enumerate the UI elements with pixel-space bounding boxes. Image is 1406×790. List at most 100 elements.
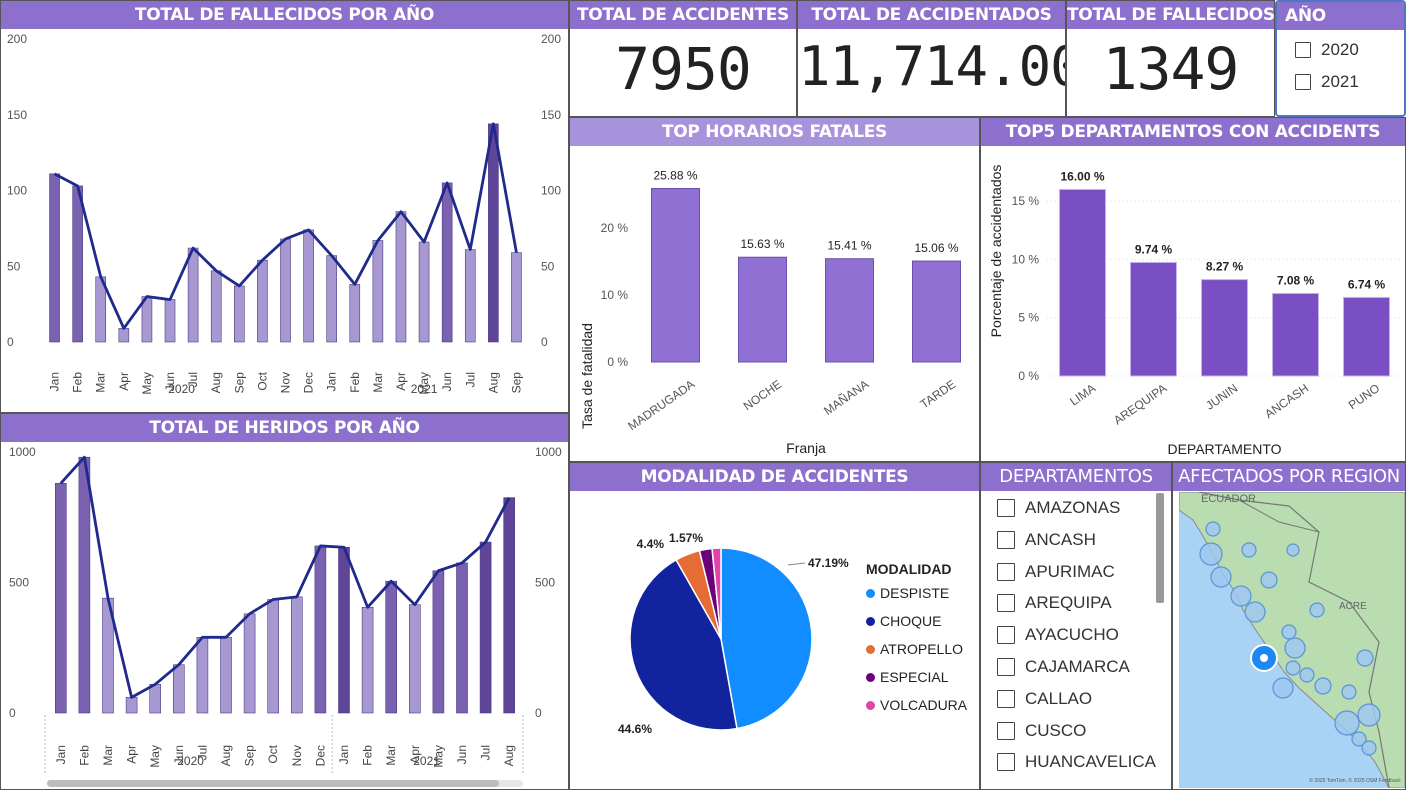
vertical-scrollbar[interactable] [1156, 493, 1164, 603]
heridos-chart: 1000 1000 500 500 0 0 Jan Feb Mar Apr May Jun Jul Aug… [9, 445, 562, 775]
legend-label: DESPISTE [880, 585, 950, 601]
kpi-accidentes-value: 7950 [615, 35, 752, 103]
checkbox[interactable] [997, 753, 1015, 772]
fallecidos-panel: TOTAL DE FALLECIDOS POR AÑO 200 200 150 150… [0, 0, 569, 413]
legend-item[interactable]: DESPISTE [866, 585, 949, 601]
bar [432, 570, 445, 714]
x-tick-label: MAÑANA [821, 377, 871, 418]
legend-dot [866, 588, 875, 598]
legend-item[interactable]: ESPECIAL [866, 669, 948, 685]
checkbox[interactable] [1295, 74, 1311, 90]
year-option-label: 2021 [1321, 72, 1359, 91]
year-option-2020[interactable]: 2020 [1295, 38, 1359, 62]
y-tick-label: 0 % [607, 355, 628, 369]
map-bubble[interactable] [1356, 649, 1374, 667]
data-label: 9.74 % [1135, 242, 1173, 256]
bar [372, 240, 384, 343]
x-tick-label: Feb [361, 745, 375, 766]
kpi-fallecidos: TOTAL DE FALLECIDOS 1349 [1066, 0, 1275, 117]
map-bubble[interactable] [1334, 710, 1360, 736]
x-tick-label: Sep [232, 372, 246, 394]
map-bubble[interactable] [1260, 571, 1278, 589]
horizontal-scrollbar[interactable] [47, 780, 523, 787]
x-tick-label: Mar [371, 372, 385, 393]
y-tick-label: 15 % [1012, 194, 1040, 208]
region-map[interactable]: ECUADOR ACRE © 2025 TomTom, © 2025 OSM F… [1179, 492, 1405, 788]
x-tick-label: Aug [209, 372, 223, 393]
x-tick-label: Jan [325, 372, 339, 391]
x-tick-label: Mar [384, 745, 398, 766]
dept-option-label: CALLAO [1025, 688, 1093, 708]
kpi-accidentes: TOTAL DE ACCIDENTES 7950 [569, 0, 797, 117]
map-bubble[interactable] [1285, 660, 1301, 676]
map-title: AFECTADOS POR REGION [1173, 463, 1405, 491]
dept-option[interactable]: APURIMAC [997, 560, 1115, 584]
y-tick-label: 500 [9, 576, 29, 590]
map-bubble[interactable] [1199, 542, 1223, 566]
map-panel: AFECTADOS POR REGION ECUADOR ACRE © 2025… [1172, 462, 1406, 790]
dept-option[interactable]: AREQUIPA [997, 591, 1112, 615]
map-bubble[interactable] [1299, 667, 1315, 683]
dept-option[interactable]: HUANCAVELICA [997, 750, 1156, 774]
dept-option[interactable]: AYACUCHO [997, 623, 1119, 647]
checkbox[interactable] [997, 562, 1015, 581]
checkbox[interactable] [997, 689, 1015, 708]
dept-option[interactable]: ANCASH [997, 528, 1096, 552]
map-bubble[interactable] [1272, 677, 1294, 699]
map-bubble[interactable] [1281, 624, 1297, 640]
x-tick-label: Nov [290, 745, 304, 766]
dept-option[interactable]: CALLAO [997, 687, 1092, 711]
bar [1130, 261, 1177, 377]
dept-option[interactable]: AMAZONAS [997, 496, 1120, 520]
data-label: 16.00 % [1060, 169, 1104, 183]
map-bubble[interactable] [1357, 703, 1381, 727]
y-axis-title: Tasa de fatalidad [579, 323, 595, 429]
y-tick-label: 50 [7, 259, 21, 273]
legend-item[interactable]: ATROPELLO [866, 641, 963, 657]
bar [314, 545, 327, 714]
checkbox[interactable] [997, 626, 1015, 645]
map-bubble[interactable] [1284, 637, 1306, 659]
map-bubble[interactable] [1205, 521, 1221, 537]
legend-item[interactable]: CHOQUE [866, 613, 941, 629]
bar [267, 599, 280, 714]
map-bubble[interactable] [1314, 677, 1332, 695]
y-tick-label: 0 [9, 706, 16, 720]
bar [1059, 188, 1106, 377]
legend-item[interactable]: VOLCADURA [866, 697, 967, 713]
map-attribution: © 2025 TomTom, © 2025 OSM Feedback [1309, 777, 1401, 784]
map-bubble[interactable] [1341, 684, 1357, 700]
slice-label: 47.19% [808, 556, 849, 570]
scrollbar-thumb[interactable] [47, 780, 499, 787]
x-tick-label: Jan [54, 745, 68, 764]
checkbox[interactable] [997, 721, 1015, 740]
departamentos-panel: TOP5 DEPARTAMENTOS CON ACCIDENTS 15 % 10 … [980, 117, 1406, 462]
bar [511, 252, 522, 343]
bar [738, 256, 787, 363]
checkbox[interactable] [1295, 42, 1311, 58]
x-tick-label: Dec [302, 372, 316, 393]
y-axis-title: Porcentaje de accidentados [988, 165, 1004, 338]
checkbox[interactable] [997, 530, 1015, 549]
map-bubble[interactable] [1230, 585, 1252, 607]
map-bubble[interactable] [1244, 601, 1266, 623]
kpi-fallecidos-value: 1349 [1102, 35, 1240, 103]
year-option-2021[interactable]: 2021 [1295, 70, 1359, 94]
kpi-accidentados-title: TOTAL DE ACCIDENTADOS [798, 1, 1065, 29]
checkbox[interactable] [997, 594, 1015, 613]
map-bubble[interactable] [1210, 566, 1232, 588]
map-bubble[interactable] [1309, 602, 1325, 618]
map-bubble[interactable] [1241, 542, 1257, 558]
dept-option[interactable]: CUSCO [997, 719, 1086, 743]
x-tick-label: Apr [117, 372, 131, 391]
map-bubble[interactable] [1361, 740, 1377, 756]
map-bubble[interactable] [1286, 543, 1300, 557]
x-tick-label: JUNIN [1203, 381, 1240, 413]
dept-option-label: AREQUIPA [1025, 593, 1112, 613]
y2-tick-label: 500 [535, 576, 555, 590]
dept-option[interactable]: CAJAMARCA [997, 655, 1130, 679]
checkbox[interactable] [997, 499, 1015, 517]
data-label: 8.27 % [1206, 260, 1244, 274]
bar [196, 637, 209, 714]
checkbox[interactable] [997, 658, 1015, 676]
